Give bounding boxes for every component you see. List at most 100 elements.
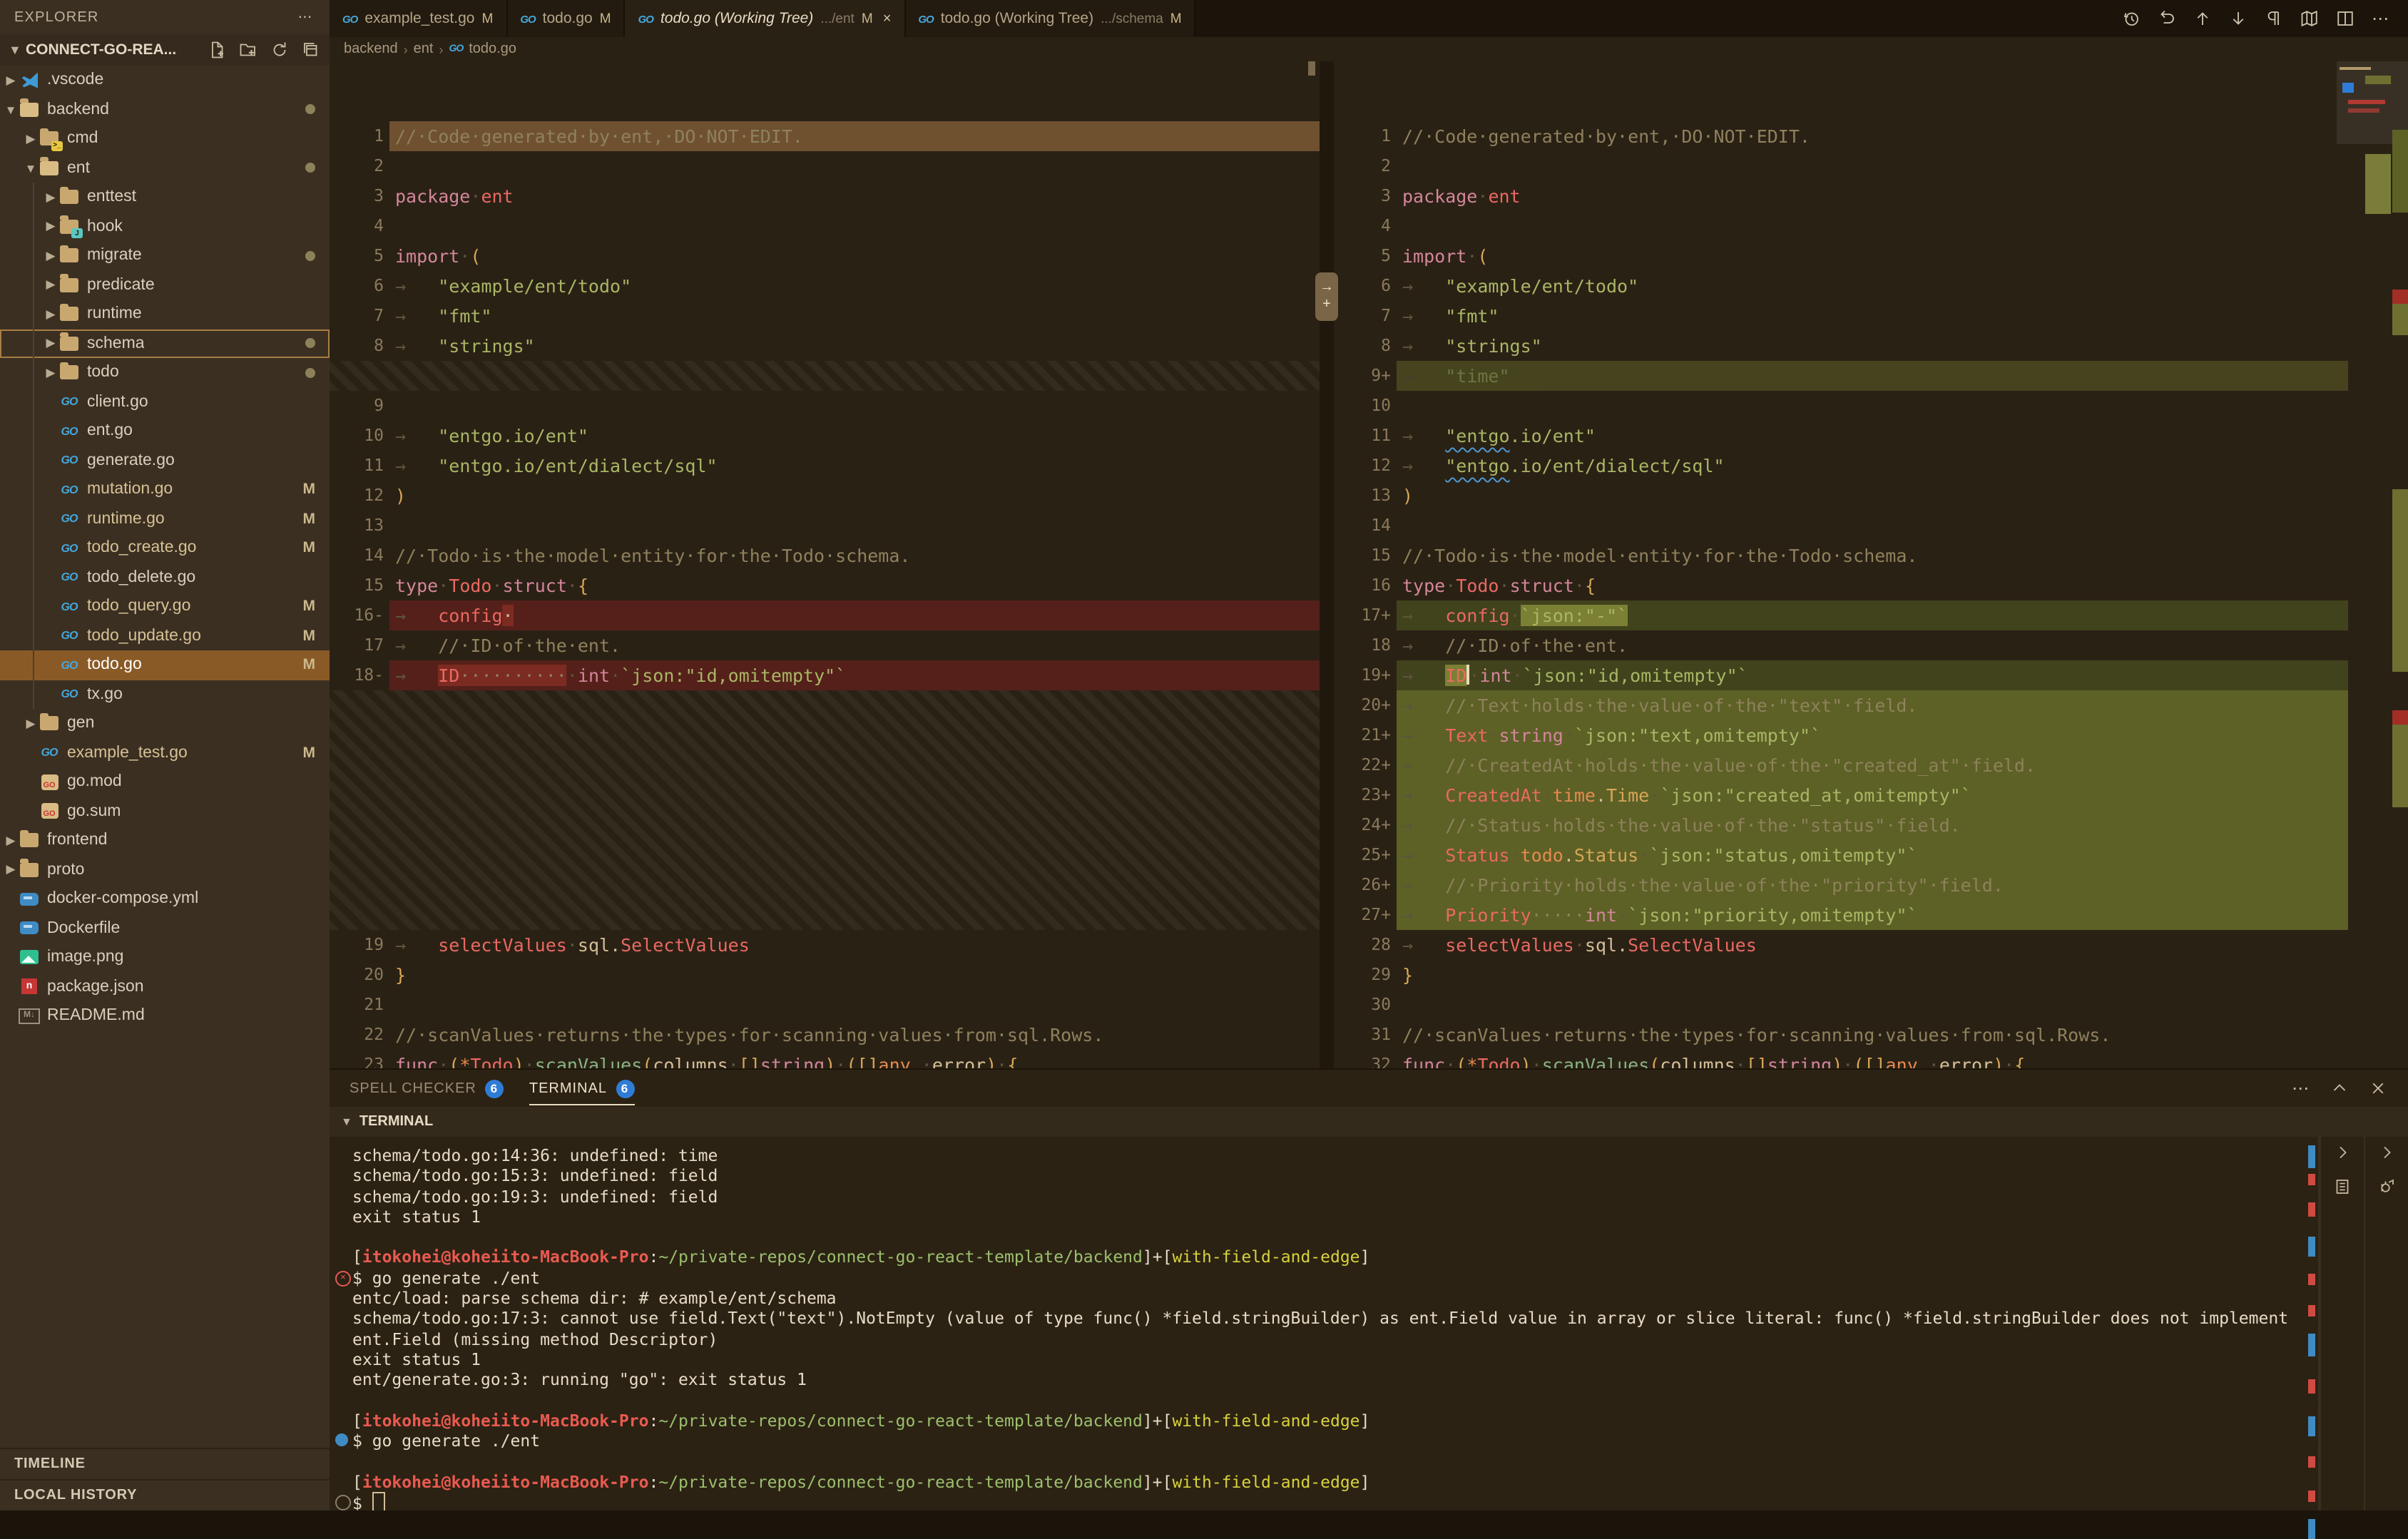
- tree-item-todo[interactable]: ▶todo: [0, 358, 330, 387]
- editor-line-9[interactable]: 9: [330, 391, 1320, 421]
- editor-line-23[interactable]: 23func·(*Todo)·scanValues(columns·[]stri…: [330, 1050, 1320, 1068]
- editor-line-16[interactable]: 16type·Todo·struct·{: [1334, 571, 2348, 600]
- breadcrumb[interactable]: backend › ent › GO todo.go: [330, 37, 2408, 61]
- pilcrow-icon[interactable]: [2264, 9, 2284, 29]
- editor-line-8[interactable]: 8→ "strings": [330, 331, 1320, 361]
- project-root-row[interactable]: ▼ CONNECT-GO-REA...: [0, 34, 330, 66]
- editor-line-1[interactable]: 1//·Code·generated·by·ent,·DO·NOT·EDIT.: [1334, 121, 2348, 151]
- editor-line-13[interactable]: 13: [330, 511, 1320, 541]
- editor-line-12[interactable]: 12→ "entgo.io/ent/dialect/sql": [1334, 451, 2348, 481]
- tree-item-proto[interactable]: ▶proto: [0, 855, 330, 884]
- terminal-output[interactable]: schema/todo.go:14:36: undefined: timesch…: [330, 1137, 2318, 1510]
- more-icon[interactable]: ⋯: [2291, 1078, 2311, 1098]
- tree-item-example-test-go[interactable]: GOexample_test.goM: [0, 738, 330, 767]
- tab-4-todo-go-working-tree-[interactable]: GOtodo.go (Working Tree).../schemaM: [905, 0, 1195, 37]
- breadcrumb-item[interactable]: ent: [414, 41, 434, 57]
- close-icon[interactable]: ×: [883, 11, 892, 26]
- editor-line-3[interactable]: 3package·ent: [1334, 181, 2348, 211]
- editor-line-2[interactable]: 2: [330, 151, 1320, 181]
- tree-item-todo-create-go[interactable]: GOtodo_create.goM: [0, 533, 330, 563]
- tree-item-enttest[interactable]: ▶enttest: [0, 183, 330, 212]
- editor-line-22[interactable]: 22//·scanValues·returns·the·types·for·sc…: [330, 1020, 1320, 1050]
- minimap[interactable]: [2348, 61, 2391, 1068]
- tree-item-client-go[interactable]: GOclient.go: [0, 387, 330, 416]
- tab-spell-checker[interactable]: SPELL CHECKER 6: [350, 1070, 504, 1107]
- tree-item-go-sum[interactable]: GOgo.sum: [0, 797, 330, 826]
- tab-1-example-test-go[interactable]: GOexample_test.goM: [330, 0, 507, 37]
- tree-item-generate-go[interactable]: GOgenerate.go: [0, 446, 330, 475]
- editor-line-16[interactable]: 16-→ config·: [330, 600, 1320, 630]
- discard-icon[interactable]: [2157, 9, 2177, 29]
- breadcrumb-item[interactable]: backend: [344, 41, 398, 57]
- left-editor-scrollbar[interactable]: [1308, 61, 1315, 76]
- editor-line-13[interactable]: 13): [1334, 481, 2348, 511]
- editor-line-30[interactable]: 30: [1334, 990, 2348, 1020]
- editor-line-31[interactable]: 31//·scanValues·returns·the·types·for·sc…: [1334, 1020, 2348, 1050]
- tree-item-todo-update-go[interactable]: GOtodo_update.goM: [0, 621, 330, 650]
- editor-line-23[interactable]: 23+→ CreatedAt·time.Time·`json:"created_…: [1334, 780, 2348, 810]
- map-icon[interactable]: [2300, 9, 2320, 29]
- timeline-section[interactable]: TIMELINE: [0, 1448, 330, 1479]
- editor-line-4[interactable]: 4: [1334, 211, 2348, 241]
- tree-item-todo-go[interactable]: GOtodo.goM: [0, 650, 330, 680]
- editor-line-20[interactable]: 20}: [330, 960, 1320, 990]
- accept-change-button[interactable]: → +: [1315, 272, 1338, 321]
- editor-line-15[interactable]: 15//·Todo·is·the·model·entity·for·the·To…: [1334, 541, 2348, 571]
- tree-item-ent[interactable]: ▼ent: [0, 153, 330, 183]
- terminal-tab-chevron-icon[interactable]: [2332, 1142, 2352, 1162]
- refresh-icon[interactable]: [270, 40, 290, 60]
- editor-line-18[interactable]: 18→ //·ID·of·the·ent.: [1334, 630, 2348, 660]
- diff-editor-modified-pane[interactable]: 1//·Code·generated·by·ent,·DO·NOT·EDIT.2…: [1334, 61, 2408, 1068]
- editor-line-17[interactable]: 17+→ config·`json:"-"`: [1334, 600, 2348, 630]
- editor-line-15[interactable]: 15type·Todo·struct·{: [330, 571, 1320, 600]
- tree-item-go-mod[interactable]: GOgo.mod: [0, 767, 330, 797]
- tree-item-gen[interactable]: ▶gen: [0, 709, 330, 738]
- editor-line-21[interactable]: 21: [330, 990, 1320, 1020]
- tree-item-package-json[interactable]: npackage.json: [0, 972, 330, 1001]
- debug-console-icon[interactable]: [2377, 1177, 2397, 1197]
- tab-3-todo-go-working-tree-[interactable]: GOtodo.go (Working Tree).../entM×: [626, 0, 906, 37]
- editor-line-17[interactable]: 17→ //·ID·of·the·ent.: [330, 630, 1320, 660]
- diff-editor-original-pane[interactable]: 1//·Code·generated·by·ent,·DO·NOT·EDIT.2…: [330, 61, 1320, 1068]
- editor-line-8[interactable]: 8→ "strings": [1334, 331, 2348, 361]
- tree-item-todo-delete-go[interactable]: GOtodo_delete.go: [0, 563, 330, 592]
- breadcrumb-file[interactable]: todo.go: [469, 41, 516, 57]
- new-file-icon[interactable]: [207, 40, 227, 60]
- editor-line-29[interactable]: 29}: [1334, 960, 2348, 990]
- tree-item-frontend[interactable]: ▶frontend: [0, 826, 330, 855]
- terminal-section-header[interactable]: ▼ TERMINAL: [330, 1107, 2408, 1137]
- editor-line-20[interactable]: 20+→ //·Text·holds·the·value·of·the·"tex…: [1334, 690, 2348, 720]
- editor-line-11[interactable]: 11→ "entgo.io/ent/dialect/sql": [330, 451, 1320, 481]
- editor-line-28[interactable]: 28→ selectValues·sql.SelectValues: [1334, 930, 2348, 960]
- editor-line-22[interactable]: 22+→ //·CreatedAt·holds·the·value·of·the…: [1334, 750, 2348, 780]
- editor-line-19[interactable]: 19+→ ID·int·`json:"id,omitempty"`: [1334, 660, 2348, 690]
- tree-item-runtime-go[interactable]: GOruntime.goM: [0, 504, 330, 533]
- collapse-all-icon[interactable]: [301, 40, 321, 60]
- tree-item-docker-compose-yml[interactable]: docker-compose.yml: [0, 884, 330, 914]
- editor-line-21[interactable]: 21+→ Text·string·`json:"text,omitempty"`: [1334, 720, 2348, 750]
- editor-line-14[interactable]: 14: [1334, 511, 2348, 541]
- explorer-more-icon[interactable]: ⋯: [295, 7, 315, 27]
- tree-item-cmd[interactable]: ▶>_cmd: [0, 124, 330, 153]
- editor-line-27[interactable]: 27+→ Priority·····int·`json:"priority,om…: [1334, 900, 2348, 930]
- editor-line-18[interactable]: 18-→ ID···········int·`json:"id,omitempt…: [330, 660, 1320, 690]
- editor-line-2[interactable]: 2: [1334, 151, 2348, 181]
- editor-line-6[interactable]: 6→ "example/ent/todo": [330, 271, 1320, 301]
- tree-item-ent-go[interactable]: GOent.go: [0, 416, 330, 446]
- tree-item-tx-go[interactable]: GOtx.go: [0, 680, 330, 709]
- editor-line-5[interactable]: 5import·(: [330, 241, 1320, 271]
- editor-line-10[interactable]: 10: [1334, 391, 2348, 421]
- editor-line-19[interactable]: 19→ selectValues·sql.SelectValues: [330, 930, 1320, 960]
- editor-line-14[interactable]: 14//·Todo·is·the·model·entity·for·the·To…: [330, 541, 1320, 571]
- editor-line-7[interactable]: 7→ "fmt": [330, 301, 1320, 331]
- editor-line-7[interactable]: 7→ "fmt": [1334, 301, 2348, 331]
- tree-item-migrate[interactable]: ▶migrate: [0, 241, 330, 270]
- terminal-tab-chevron-icon-2[interactable]: [2377, 1142, 2397, 1162]
- tree-item-schema[interactable]: ▶schema: [0, 329, 330, 358]
- tree-item--vscode[interactable]: ▶.vscode: [0, 66, 330, 95]
- editor-line-11[interactable]: 11→ "entgo.io/ent": [1334, 421, 2348, 451]
- tree-item-readme-md[interactable]: M↓README.md: [0, 1001, 330, 1031]
- editor-line-32[interactable]: 32func·(*Todo)·scanValues(columns·[]stri…: [1334, 1050, 2348, 1068]
- editor-line-26[interactable]: 26+→ //·Priority·holds·the·value·of·the·…: [1334, 870, 2348, 900]
- history-icon[interactable]: [2121, 9, 2141, 29]
